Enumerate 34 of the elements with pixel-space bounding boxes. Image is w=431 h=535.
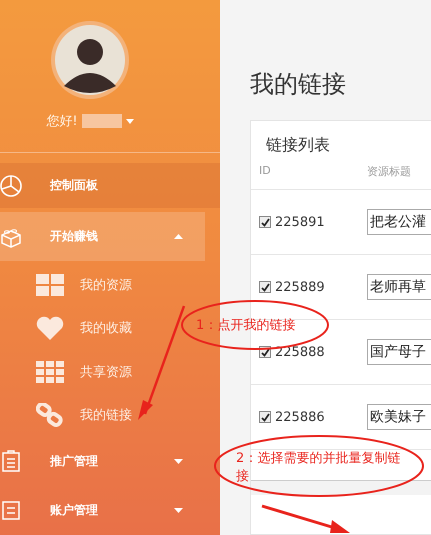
checkbox[interactable] bbox=[259, 281, 271, 293]
menu-item[interactable]: 开始赚钱 bbox=[0, 212, 205, 262]
id-cell: 225889 bbox=[275, 280, 325, 294]
annotation-text: 2：选择需要的并批量复制链接 bbox=[236, 450, 402, 486]
avatar[interactable] bbox=[50, 20, 130, 100]
title-field[interactable]: 把老公灌 bbox=[367, 209, 431, 235]
grid-icon bbox=[36, 274, 64, 296]
blurred-username bbox=[82, 114, 122, 128]
heart-icon bbox=[36, 316, 64, 340]
menu-item[interactable]: 账户管理 bbox=[0, 488, 205, 533]
submenu-item[interactable]: 我的链接 bbox=[0, 393, 136, 437]
column-header: ID bbox=[259, 164, 272, 179]
submenu-item[interactable]: 共享资源 bbox=[0, 350, 136, 394]
id-cell: 225888 bbox=[275, 344, 325, 360]
column-header: 资源标题 bbox=[367, 164, 411, 179]
title-field[interactable]: 老师再草 bbox=[367, 274, 431, 300]
checkbox[interactable] bbox=[259, 411, 271, 423]
submenu-item[interactable]: 我的资源 bbox=[0, 263, 136, 307]
title-field[interactable]: 国产母子 bbox=[367, 339, 431, 365]
id-cell: 225886 bbox=[275, 410, 325, 424]
clipboard-icon bbox=[0, 450, 22, 472]
grid-icon bbox=[36, 360, 64, 383]
pie-chart-icon bbox=[0, 174, 22, 197]
checkbox[interactable] bbox=[259, 216, 271, 228]
card-title: 链接列表 bbox=[265, 134, 331, 156]
submenu-item[interactable]: 我的收藏 bbox=[0, 306, 136, 350]
link-icon bbox=[36, 402, 64, 427]
card-icon bbox=[0, 499, 22, 522]
title-field[interactable]: 欧美妹子 bbox=[367, 404, 431, 430]
greeting: 您好! bbox=[46, 113, 78, 130]
id-cell: 225891 bbox=[275, 214, 325, 230]
page-title: 我的链接 bbox=[250, 69, 347, 100]
menu-item[interactable]: 推广管理 bbox=[0, 438, 205, 484]
menu-item[interactable]: 控制面板 bbox=[0, 163, 220, 208]
